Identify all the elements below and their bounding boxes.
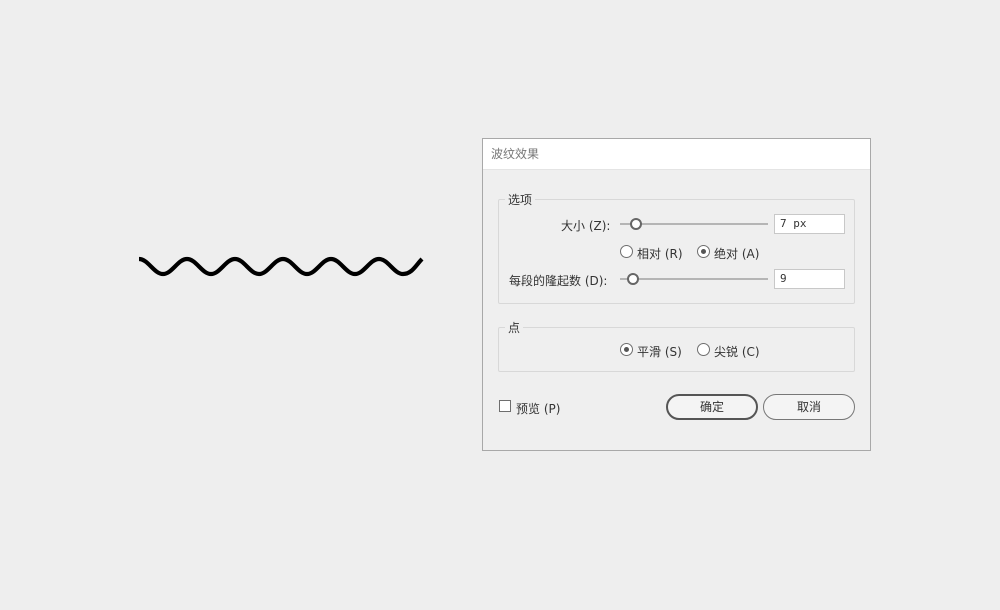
points-legend: 点 [508, 321, 521, 335]
ridges-label: 每段的隆起数 (D): [509, 274, 608, 288]
corner-radio[interactable] [697, 343, 710, 356]
preview-checkbox[interactable] [499, 400, 511, 412]
corner-label[interactable]: 尖锐 (C) [714, 343, 760, 360]
size-slider-track [620, 223, 768, 225]
wave-path[interactable] [136, 250, 426, 282]
smooth-radio[interactable] [620, 343, 633, 356]
ridges-input[interactable]: 9 [774, 269, 845, 289]
zigzag-dialog: 波纹效果 选项 大小 (Z): 7 px 相对 (R) 绝对 (A) 每段的隆起… [482, 138, 871, 451]
options-legend: 选项 [508, 193, 533, 207]
size-slider[interactable] [620, 217, 768, 231]
size-label: 大小 (Z): [561, 219, 611, 233]
size-slider-thumb[interactable] [630, 218, 643, 230]
preview-label[interactable]: 预览 (P) [516, 400, 560, 417]
relative-label[interactable]: 相对 (R) [637, 245, 683, 262]
ridges-slider-track [620, 278, 768, 280]
ok-button[interactable]: 确定 [666, 394, 758, 420]
smooth-label[interactable]: 平滑 (S) [637, 343, 682, 360]
absolute-radio[interactable] [697, 245, 710, 258]
dialog-title: 波纹效果 [483, 139, 870, 170]
size-input[interactable]: 7 px [774, 214, 845, 234]
ridges-slider-thumb[interactable] [627, 273, 640, 285]
relative-radio[interactable] [620, 245, 633, 258]
absolute-label[interactable]: 绝对 (A) [714, 245, 759, 262]
cancel-button[interactable]: 取消 [763, 394, 855, 420]
ridges-slider[interactable] [620, 272, 768, 286]
